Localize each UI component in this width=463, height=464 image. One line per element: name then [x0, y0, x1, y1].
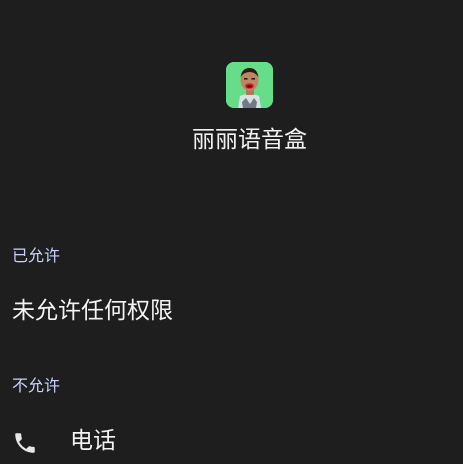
app-icon	[226, 62, 273, 108]
app-portrait-image	[226, 62, 273, 108]
no-permissions-allowed-text: 未允许任何权限	[12, 298, 173, 324]
phone-icon	[12, 430, 38, 456]
allowed-section-header: 已允许	[12, 246, 61, 265]
app-name: 丽丽语音盒	[192, 127, 307, 153]
denied-section-header: 不允许	[12, 376, 61, 395]
permission-label: 电话	[70, 428, 116, 454]
permission-item-phone[interactable]: 电话	[0, 420, 463, 464]
